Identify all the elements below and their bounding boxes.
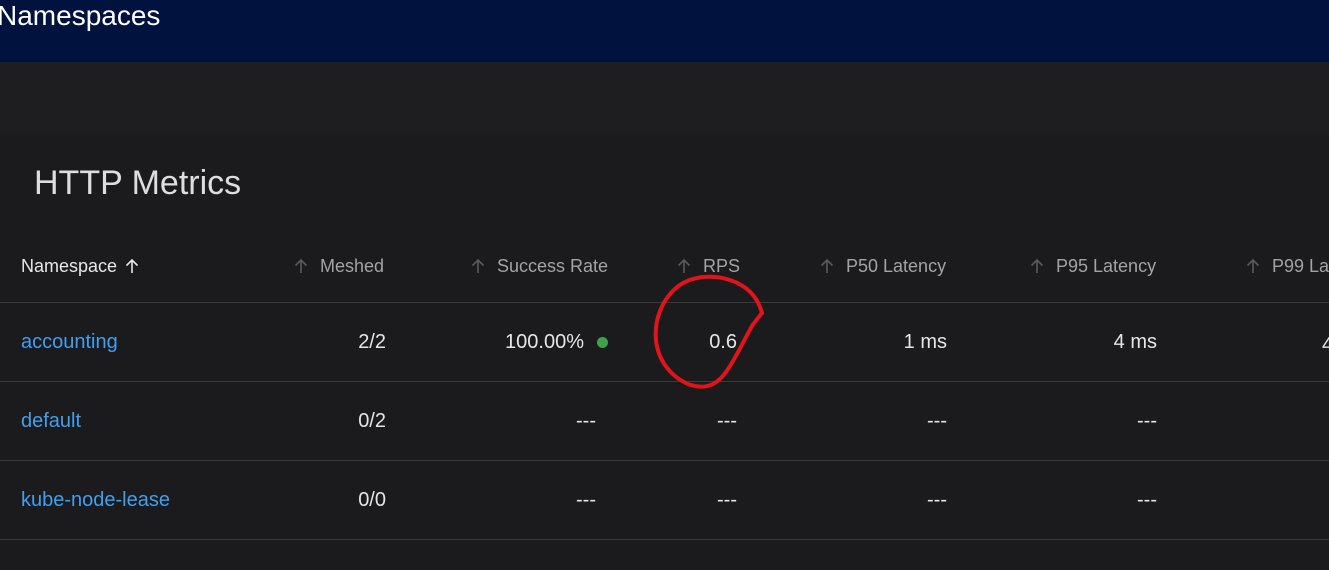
rps-cell: ---: [717, 489, 737, 511]
divider: [0, 539, 1329, 540]
success-rate-cell: ---: [576, 489, 596, 511]
p99-latency-cell-clipped: 4: [1322, 334, 1329, 352]
sort-arrow-icon: [1246, 257, 1260, 275]
column-header-namespace[interactable]: Namespace: [21, 248, 139, 284]
namespace-link-accounting[interactable]: accounting: [21, 303, 118, 382]
toolbar-band: [0, 62, 1329, 134]
meshed-cell: 0/2: [358, 410, 386, 432]
namespace-link-default[interactable]: default: [21, 382, 81, 461]
sort-arrow-icon: [294, 257, 308, 275]
success-rate-cell: ---: [576, 410, 596, 432]
namespace-link-kube-node-lease[interactable]: kube-node-lease: [21, 461, 170, 540]
meshed-cell: 0/0: [358, 489, 386, 511]
column-label: P50 Latency: [846, 255, 947, 276]
column-label: Namespace: [21, 255, 118, 276]
page-title: Namespaces: [0, 0, 161, 31]
success-rate-value: 100.00%: [505, 331, 584, 353]
meshed-cell: 2/2: [358, 331, 386, 353]
column-header-p95-latency[interactable]: P95 Latency: [1030, 248, 1156, 284]
column-header-meshed[interactable]: Meshed: [294, 248, 384, 284]
column-label: Success Rate: [497, 255, 609, 276]
column-header-p50-latency[interactable]: P50 Latency: [820, 248, 946, 284]
p50-latency-cell: ---: [927, 410, 947, 432]
sort-arrow-icon: [471, 257, 485, 275]
p50-latency-cell: ---: [927, 489, 947, 511]
sort-ascending-icon: [125, 257, 139, 275]
p95-latency-cell: ---: [1137, 410, 1157, 432]
column-label: Meshed: [320, 255, 385, 276]
annotation-circle: [653, 274, 764, 389]
column-header-success-rate[interactable]: Success Rate: [471, 248, 608, 284]
p50-latency-cell: 1 ms: [903, 331, 947, 353]
p95-latency-cell: 4 ms: [1113, 331, 1157, 353]
p95-latency-cell: ---: [1137, 489, 1157, 511]
success-rate-cell: 100.00%: [470, 303, 608, 382]
card-title: HTTP Metrics: [34, 164, 242, 202]
column-header-p99-latency[interactable]: P99 La: [1246, 248, 1329, 284]
status-dot-icon: [597, 337, 608, 348]
column-label: P95 Latency: [1056, 255, 1157, 276]
column-label: P99 La: [1271, 255, 1329, 276]
sort-arrow-icon: [820, 257, 834, 275]
top-app-bar: Namespaces: [0, 0, 1329, 62]
sort-arrow-icon: [1030, 257, 1044, 275]
